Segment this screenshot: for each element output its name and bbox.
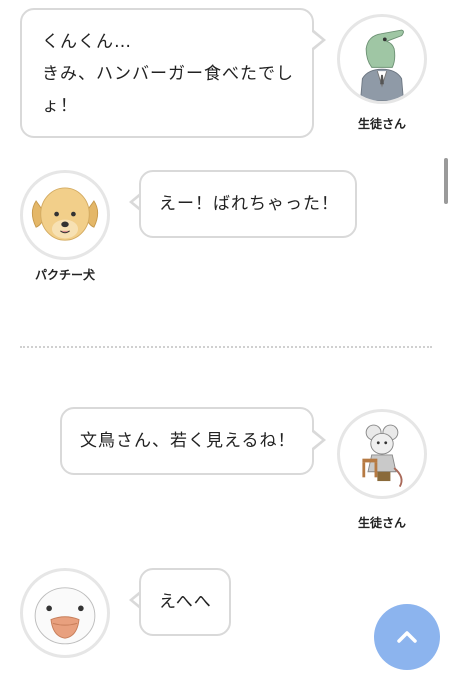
golden-dog-icon (20, 170, 110, 260)
message-text: えー！ばれちゃった！ (159, 194, 339, 214)
crocodile-student-icon (337, 14, 427, 104)
bubble-tail (312, 430, 326, 450)
message-text: きみ、ハンバーガー食べたでし (42, 64, 294, 84)
java-sparrow-icon (20, 568, 110, 658)
mouse-student-icon (337, 409, 427, 499)
message-text: えへへ (159, 592, 212, 612)
section-divider (20, 346, 432, 348)
message-text: 文鳥さん、若く見えるね！ (80, 431, 296, 451)
chevron-up-icon (397, 631, 417, 643)
bubble-tail (312, 30, 326, 50)
message-text: ょ！ (42, 96, 78, 116)
speaker-name: 生徒さん (357, 117, 406, 131)
speaker-name: パクチー犬 (34, 268, 95, 282)
scrollbar-thumb[interactable] (444, 158, 448, 204)
scroll-to-top-button[interactable] (374, 604, 440, 670)
message-bubble: 文鳥さん、若く見えるね！ (60, 407, 314, 475)
message-bubble: えー！ばれちゃった！ (139, 170, 357, 238)
message-bubble: えへへ (139, 568, 231, 636)
speaker-name: 生徒さん (357, 516, 406, 530)
message-bubble: くんくん… きみ、ハンバーガー食べたでし ょ！ (20, 8, 314, 138)
message-text: くんくん… (42, 32, 132, 52)
